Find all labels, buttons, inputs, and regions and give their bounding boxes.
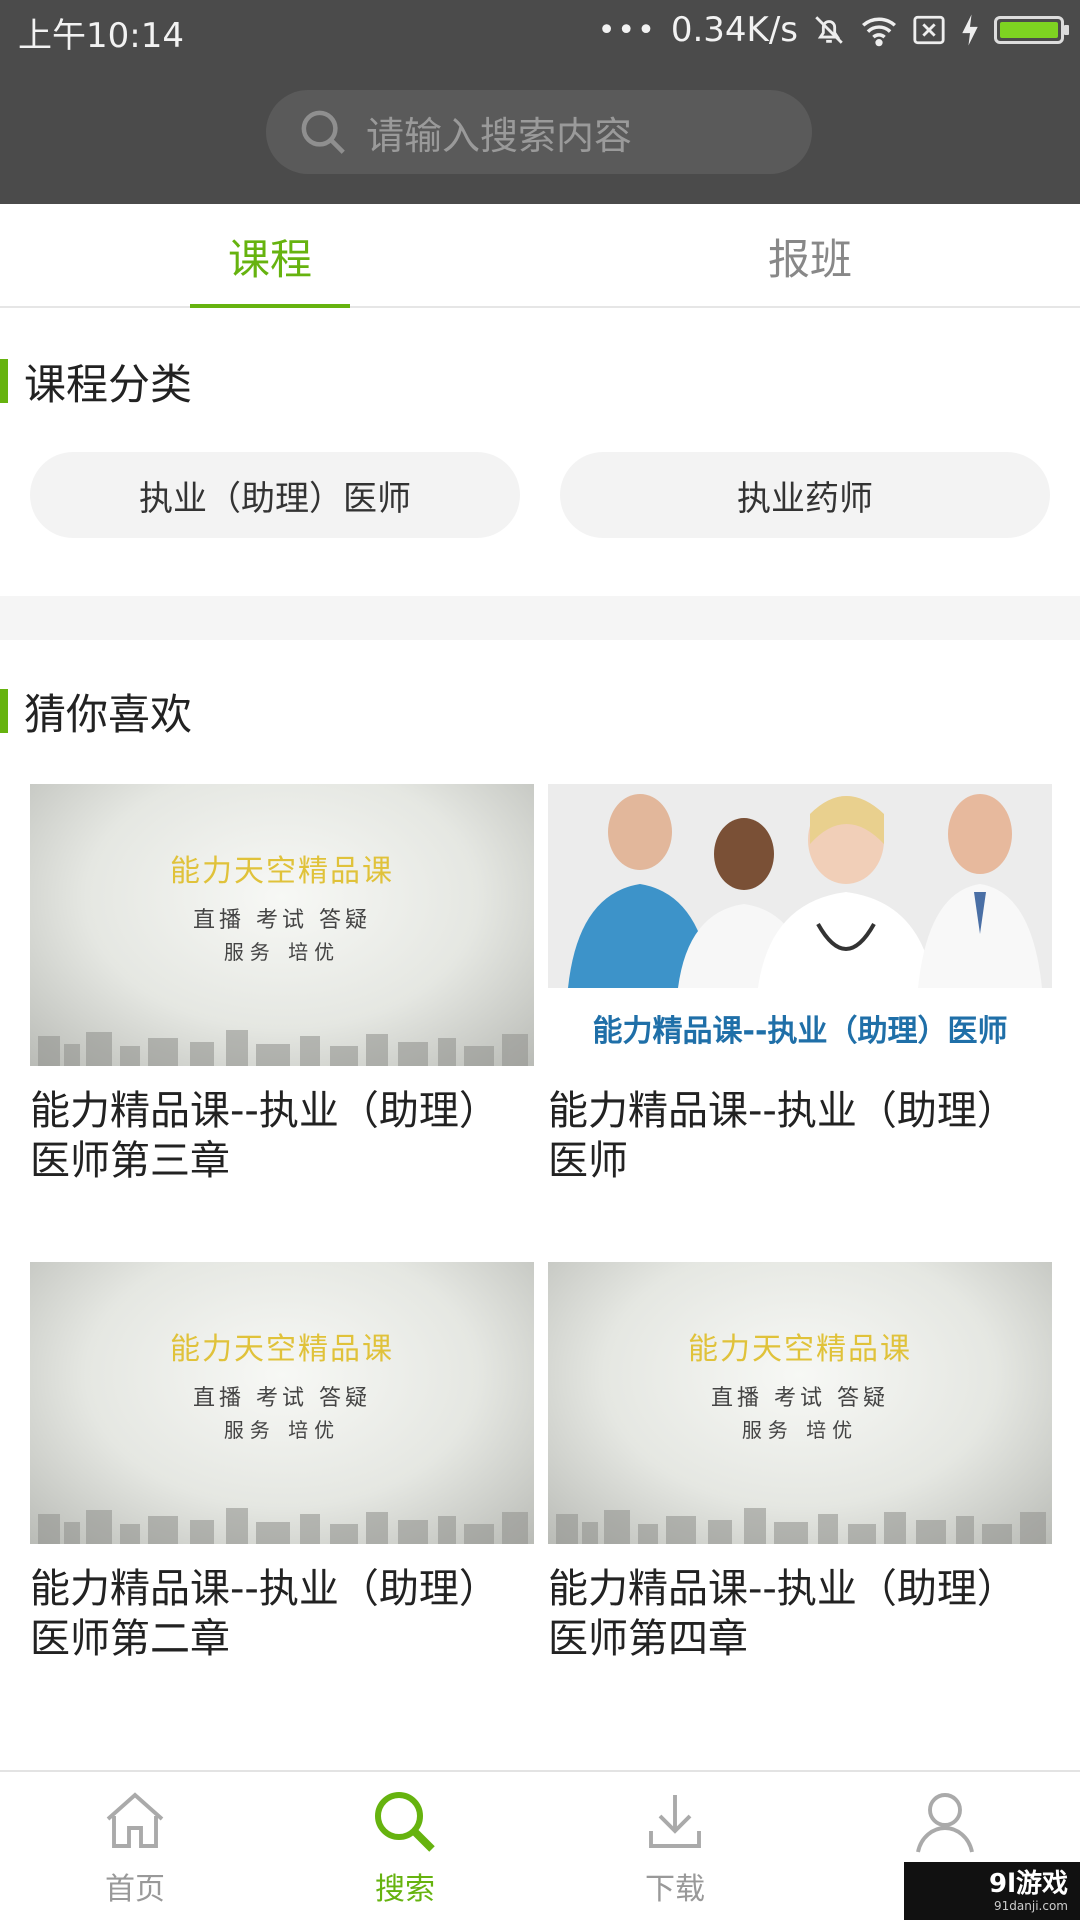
nav-label-download: 下载: [645, 1872, 705, 1907]
category-pill-physician[interactable]: 执业（助理）医师: [30, 452, 520, 538]
watermark-url: 91danji.com: [994, 1899, 1068, 1913]
search-icon: [375, 1792, 435, 1852]
thumb-line1: 直播 考试 答疑: [193, 1386, 371, 1411]
thumb-line1: 直播 考试 答疑: [711, 1386, 889, 1411]
watermark-logo: 9l游戏 91danji.com: [904, 1862, 1080, 1920]
sim-off-icon: [913, 15, 945, 45]
section-accent-bar: [0, 689, 8, 733]
user-icon: [916, 1793, 974, 1853]
course-thumbnail[interactable]: 能力精品课--执业（助理）医师: [548, 784, 1052, 1066]
thumb-line2: 服务 培优: [223, 940, 341, 964]
course-thumbnail[interactable]: 能力天空精品课 直播 考试 答疑 服务 培优: [30, 1262, 534, 1544]
search-input[interactable]: 请输入搜索内容: [266, 90, 812, 174]
status-bar: 上午10:14 ••• 0.34K/s: [0, 0, 1080, 60]
status-right: ••• 0.34K/s: [597, 6, 1069, 54]
category-pill-pharmacist[interactable]: 执业药师: [560, 452, 1050, 538]
nav-label-search: 搜索: [375, 1872, 435, 1907]
thumb-title: 能力天空精品课: [170, 854, 394, 889]
course-title[interactable]: 能力精品课--执业（助理）医师: [548, 1086, 1052, 1186]
skyline-graphic: [38, 1030, 528, 1066]
nav-item-home[interactable]: 首页: [0, 1786, 270, 1916]
nav-item-download[interactable]: 下载: [540, 1786, 810, 1916]
course-title[interactable]: 能力精品课--执业（助理）医师第二章: [30, 1564, 534, 1664]
nav-item-search[interactable]: 搜索: [270, 1786, 540, 1916]
nav-label-home: 首页: [105, 1872, 165, 1907]
thumb-title: 能力天空精品课: [688, 1332, 912, 1367]
section-header-recommend: 猜你喜欢: [0, 686, 192, 739]
section-header-categories: 课程分类: [0, 356, 192, 409]
watermark-brand: 9l游戏: [988, 1869, 1068, 1899]
tab-active-indicator: [190, 304, 350, 308]
skyline-graphic: [556, 1508, 1046, 1544]
tab-courses[interactable]: 课程: [0, 204, 540, 308]
charging-icon: [962, 14, 978, 46]
more-dots-icon: •••: [597, 12, 657, 48]
course-title[interactable]: 能力精品课--执业（助理）医师第四章: [548, 1564, 1052, 1664]
course-card[interactable]: 能力精品课--执业（助理）医师 能力精品课--执业（助理）医师: [548, 784, 1052, 1186]
home-icon: [106, 1792, 164, 1848]
download-icon: [649, 1795, 701, 1848]
bell-off-icon: [815, 16, 843, 44]
course-thumbnail[interactable]: 能力天空精品课 直播 考试 答疑 服务 培优: [548, 1262, 1052, 1544]
thumb-line2: 服务 培优: [741, 1418, 859, 1442]
section-title-categories: 课程分类: [24, 359, 193, 409]
top-header: 上午10:14 ••• 0.34K/s 请输入搜索内容: [0, 0, 1080, 204]
status-time: 上午10:14: [18, 16, 184, 56]
search-placeholder: 请输入搜索内容: [366, 113, 633, 158]
section-title-recommend: 猜你喜欢: [24, 689, 193, 739]
search-icon: [301, 110, 345, 154]
tab-bar: 课程 报班: [0, 204, 1080, 308]
thumb-caption: 能力精品课--执业（助理）医师: [592, 1014, 1008, 1049]
section-divider: [0, 596, 1080, 640]
section-accent-bar: [0, 359, 8, 403]
course-card[interactable]: 能力天空精品课 直播 考试 答疑 服务 培优 能力精品课--执业（助理）医师第三…: [30, 784, 534, 1186]
thumb-line2: 服务 培优: [223, 1418, 341, 1442]
battery-icon: [994, 16, 1069, 44]
tab-enroll[interactable]: 报班: [540, 204, 1080, 308]
network-speed: 0.34K/s: [670, 10, 798, 50]
course-card[interactable]: 能力天空精品课 直播 考试 答疑 服务 培优 能力精品课--执业（助理）医师第四…: [548, 1262, 1052, 1664]
wifi-icon: [862, 17, 896, 47]
thumb-title: 能力天空精品课: [170, 1332, 394, 1367]
course-title[interactable]: 能力精品课--执业（助理）医师第三章: [30, 1086, 534, 1186]
doctors-photo: [548, 784, 1052, 988]
course-thumbnail[interactable]: 能力天空精品课 直播 考试 答疑 服务 培优: [30, 784, 534, 1066]
skyline-graphic: [38, 1508, 528, 1544]
thumb-line1: 直播 考试 答疑: [193, 908, 371, 933]
course-card[interactable]: 能力天空精品课 直播 考试 答疑 服务 培优 能力精品课--执业（助理）医师第二…: [30, 1262, 534, 1664]
